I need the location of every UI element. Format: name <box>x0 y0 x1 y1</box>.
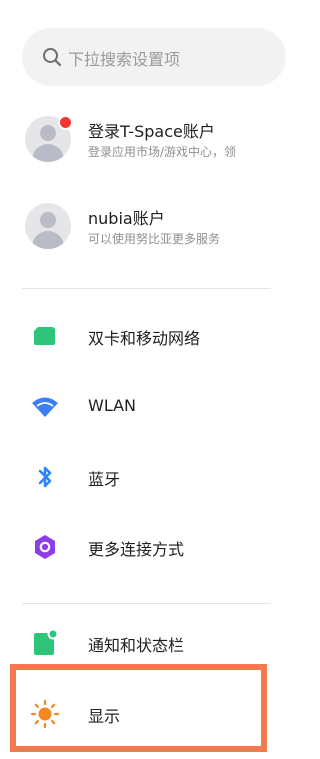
divider <box>22 288 271 289</box>
settings-item-label: WLAN <box>88 396 137 415</box>
search-icon <box>42 47 62 67</box>
divider <box>22 603 271 604</box>
avatar <box>25 203 71 249</box>
notification-badge <box>58 115 73 130</box>
search-placeholder: 下拉搜索设置项 <box>68 50 181 69</box>
sim-card-icon <box>30 321 60 351</box>
settings-item-label: 更多连接方式 <box>88 540 185 559</box>
settings-item-label: 通知和状态栏 <box>88 636 185 655</box>
search-bar[interactable]: 下拉搜索设置项 <box>22 28 286 86</box>
bluetooth-icon <box>30 462 60 492</box>
account-title: nubia账户 <box>88 209 165 228</box>
settings-item-notifications[interactable]: 通知和状态栏 <box>0 612 271 672</box>
settings-item-bluetooth[interactable]: 蓝牙 <box>0 447 271 507</box>
nubia-account-entry[interactable]: nubia账户 可以使用努比亚更多服务 <box>0 190 271 270</box>
settings-item-wlan[interactable]: WLAN <box>0 377 271 437</box>
account-subtitle: 可以使用努比亚更多服务 <box>88 232 221 246</box>
tspace-account-entry[interactable]: 登录T-Space账户 登录应用市场/游戏中心，领 <box>0 100 271 180</box>
account-subtitle: 登录应用市场/游戏中心，领 <box>88 145 237 159</box>
settings-item-label: 双卡和移动网络 <box>88 329 201 348</box>
settings-item-more-connections[interactable]: 更多连接方式 <box>0 516 271 576</box>
notification-icon <box>30 628 60 658</box>
wifi-icon <box>30 392 60 422</box>
account-title: 登录T-Space账户 <box>88 122 215 141</box>
settings-item-label: 蓝牙 <box>88 470 121 489</box>
connection-hexagon-icon <box>30 532 60 562</box>
settings-item-dual-sim[interactable]: 双卡和移动网络 <box>0 306 271 366</box>
highlight-box <box>10 664 267 752</box>
